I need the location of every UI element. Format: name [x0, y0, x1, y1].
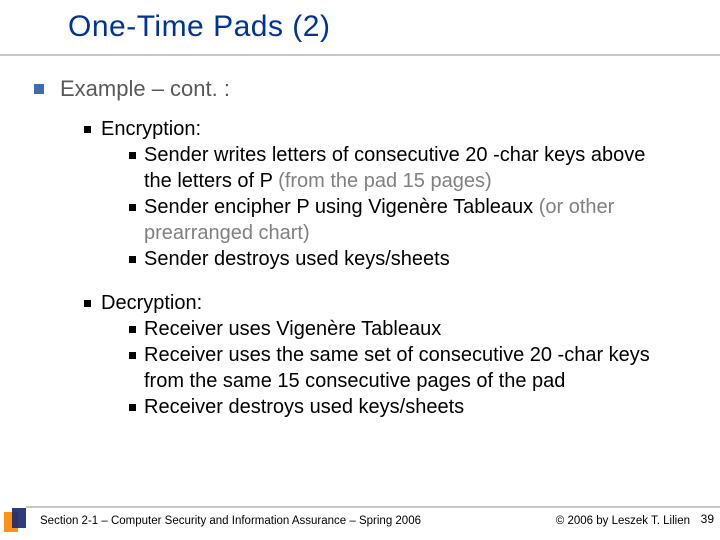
footer: Section 2-1 – Computer Security and Info… — [0, 508, 720, 534]
content-area: Example – cont. : Encryption: Sender wri… — [0, 56, 720, 420]
square-bullet-icon — [129, 204, 136, 211]
list-item: Sender encipher P using Vigenère Tableau… — [129, 194, 690, 246]
footer-right-text: © 2006 by Leszek T. Lilien — [556, 515, 690, 527]
title-underline — [0, 54, 720, 56]
list-item: Receiver uses Vigenère Tableaux — [129, 316, 690, 342]
list-item-text: Receiver uses the same set of consecutiv… — [144, 342, 690, 394]
page-number: 39 — [701, 512, 714, 526]
square-bullet-icon — [129, 352, 136, 359]
heading-row: Example – cont. : — [34, 76, 690, 102]
encryption-heading: Encryption: — [84, 116, 690, 142]
square-bullet-icon — [84, 300, 91, 307]
decryption-label: Decryption: — [101, 290, 202, 316]
list-item-text: Sender writes letters of consecutive 20 … — [144, 142, 690, 194]
list-item-text: Sender destroys used keys/sheets — [144, 246, 470, 272]
square-bullet-icon — [129, 256, 136, 263]
list-item: Receiver destroys used keys/sheets — [129, 394, 690, 420]
square-bullet-icon — [34, 84, 44, 94]
footer-left-text: Section 2-1 – Computer Security and Info… — [40, 515, 556, 527]
square-bullet-icon — [129, 152, 136, 159]
square-bullet-icon — [84, 126, 91, 133]
accent-logo-icon — [4, 508, 26, 534]
heading-text: Example – cont. : — [60, 76, 230, 102]
list-item-text: Sender encipher P using Vigenère Tableau… — [144, 194, 690, 246]
square-bullet-icon — [129, 404, 136, 411]
slide-title: One-Time Pads (2) — [0, 0, 720, 44]
list-item: Sender destroys used keys/sheets — [129, 246, 690, 272]
list-item: Sender writes letters of consecutive 20 … — [129, 142, 690, 194]
list-item: Receiver uses the same set of consecutiv… — [129, 342, 690, 394]
decryption-heading: Decryption: — [84, 290, 690, 316]
encryption-label: Encryption: — [101, 116, 201, 142]
list-item-text: Receiver uses Vigenère Tableaux — [144, 316, 461, 342]
list-item-text: Receiver destroys used keys/sheets — [144, 394, 484, 420]
square-bullet-icon — [129, 326, 136, 333]
